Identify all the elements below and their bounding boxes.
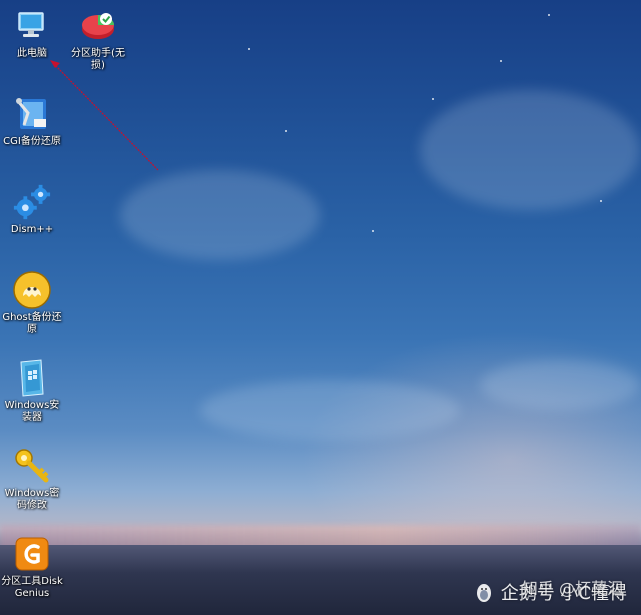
desktop-icon-label: Ghost备份还原 — [2, 312, 62, 335]
computer-icon — [12, 6, 52, 46]
cgi-backup-icon — [12, 94, 52, 134]
star — [285, 130, 287, 132]
key-icon — [12, 446, 52, 486]
desktop-icon-label: Windows密码修改 — [4, 488, 60, 511]
star — [548, 14, 550, 16]
desktop-icon-partition-assistant[interactable]: 分区助手(无损) — [66, 6, 130, 72]
desktop-icon-windows-password[interactable]: Windows密码修改 — [0, 446, 64, 512]
star — [248, 48, 250, 50]
star — [600, 200, 602, 202]
ghost-icon — [12, 270, 52, 310]
windows-installer-icon — [12, 358, 52, 398]
desktop-icon-windows-installer[interactable]: Windows安装器 — [0, 358, 64, 424]
watermark-overlay: 知乎 @杯莫泅 — [521, 579, 623, 598]
desktop-icon-label: Windows安装器 — [4, 400, 60, 423]
desktop-icon-this-pc[interactable]: 此电脑 — [0, 6, 64, 60]
cloud — [200, 380, 460, 440]
cloud — [120, 170, 320, 260]
star — [372, 230, 374, 232]
desktop-icon-ghost-backup[interactable]: Ghost备份还原 — [0, 270, 64, 336]
cloud — [480, 360, 640, 410]
desktop-background — [0, 0, 641, 615]
cloud — [420, 90, 640, 210]
desktop-icon-diskgenius[interactable]: 分区工具DiskGenius — [0, 534, 64, 600]
star — [432, 98, 434, 100]
desktop-icon-dism[interactable]: Dism++ — [0, 182, 64, 236]
desktop-icon-label: 分区助手(无损) — [71, 48, 125, 71]
desktop-icon-label: CGI备份还原 — [3, 136, 61, 147]
star — [500, 60, 502, 62]
desktop-icon-label: 分区工具DiskGenius — [1, 576, 63, 599]
desktop-icon-cgi-backup[interactable]: CGI备份还原 — [0, 94, 64, 148]
gears-icon — [12, 182, 52, 222]
desktop-icon-label: 此电脑 — [17, 48, 47, 59]
partition-assistant-icon — [78, 6, 118, 46]
diskgenius-icon — [12, 534, 52, 574]
desktop-icon-label: Dism++ — [10, 224, 54, 235]
penguin-icon — [476, 584, 491, 602]
